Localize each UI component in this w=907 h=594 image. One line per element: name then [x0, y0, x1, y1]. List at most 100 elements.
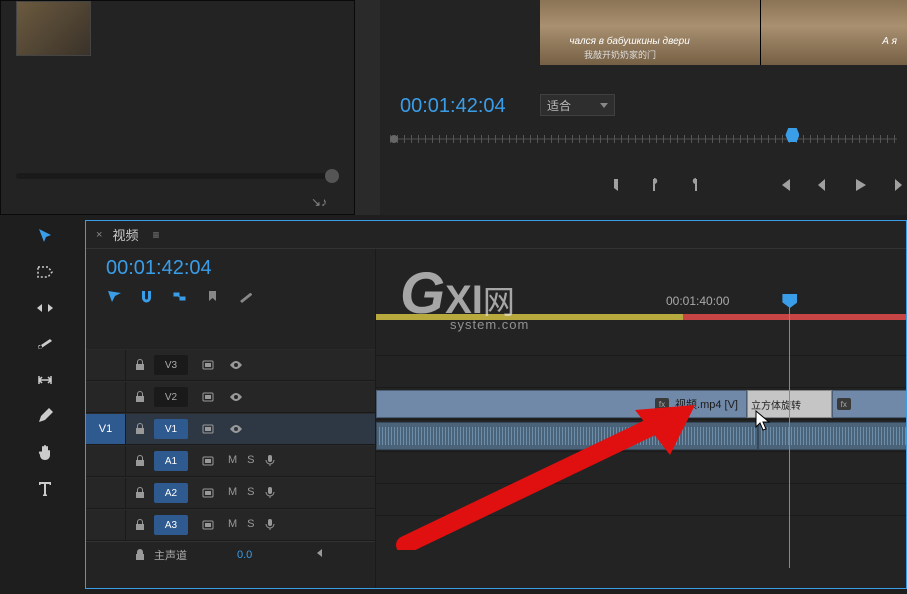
- marker-icon[interactable]: [205, 289, 220, 309]
- track-content-v1[interactable]: fx 视频.mp4 [V] 立方体旋转 fx: [376, 388, 906, 420]
- go-to-in-icon[interactable]: [776, 177, 792, 197]
- close-tab-icon[interactable]: ×: [96, 229, 102, 241]
- track-content-v2[interactable]: [376, 356, 906, 388]
- mute-button[interactable]: M: [228, 454, 237, 469]
- lock-icon[interactable]: [126, 423, 154, 435]
- zoom-fit-dropdown[interactable]: 适合: [540, 94, 615, 116]
- track-v2[interactable]: V2: [86, 381, 375, 413]
- bar-start-handle[interactable]: [390, 135, 398, 143]
- track-a3[interactable]: A3 M S: [86, 509, 375, 541]
- mute-button[interactable]: M: [228, 486, 237, 501]
- track-v1[interactable]: V1 V1: [86, 413, 375, 445]
- solo-button[interactable]: S: [247, 454, 254, 469]
- voice-record-icon[interactable]: [265, 486, 275, 501]
- track-label-v3[interactable]: V3: [154, 355, 188, 375]
- track-label-v1[interactable]: V1: [154, 419, 188, 439]
- toggle-output-icon[interactable]: [194, 454, 222, 468]
- master-track[interactable]: 主声道 0.0: [86, 541, 375, 567]
- track-select-tool[interactable]: [34, 261, 56, 283]
- source-patch-v1[interactable]: V1: [86, 414, 126, 444]
- timeline-tracks-area[interactable]: 00:01:40:00 fx 视频.mp4 [V] 立方体旋转: [376, 249, 906, 588]
- voice-record-icon[interactable]: [265, 518, 275, 533]
- track-label-a2[interactable]: A2: [154, 483, 188, 503]
- hand-tool[interactable]: [34, 441, 56, 463]
- toggle-output-icon[interactable]: [194, 422, 222, 436]
- subtitle-2: 我敲开奶奶家的门: [584, 48, 656, 61]
- source-panel: ↘♪: [0, 0, 355, 215]
- timeline-timecode[interactable]: 00:01:42:04: [86, 249, 375, 284]
- toggle-output-icon[interactable]: [194, 390, 222, 404]
- slip-tool[interactable]: [34, 369, 56, 391]
- track-content-a1[interactable]: [376, 420, 906, 452]
- master-value[interactable]: 0.0: [237, 549, 252, 561]
- track-a1[interactable]: A1 M S: [86, 445, 375, 477]
- lock-icon[interactable]: [126, 455, 154, 467]
- track-header-area: 00:01:42:04 V3 V2: [86, 249, 376, 588]
- clip-label: 视频.mp4 [V]: [675, 396, 738, 412]
- eye-icon[interactable]: [222, 390, 250, 404]
- time-ruler[interactable]: 00:01:40:00: [376, 294, 906, 322]
- toggle-output-icon[interactable]: [194, 518, 222, 532]
- solo-button[interactable]: S: [247, 486, 254, 501]
- video-clip[interactable]: fx 视频.mp4 [V]: [376, 390, 747, 418]
- toggle-output-icon[interactable]: [194, 486, 222, 500]
- in-point-icon[interactable]: [648, 177, 664, 197]
- type-tool[interactable]: [34, 477, 56, 499]
- step-forward-icon[interactable]: [890, 177, 906, 197]
- eye-icon[interactable]: [222, 422, 250, 436]
- track-label-v2[interactable]: V2: [154, 387, 188, 407]
- lock-icon[interactable]: [126, 391, 154, 403]
- audio-clip[interactable]: [376, 422, 758, 450]
- slider-handle[interactable]: [325, 169, 339, 183]
- track-v3[interactable]: V3: [86, 349, 375, 381]
- linked-selection-icon[interactable]: [172, 289, 187, 309]
- settings-icon[interactable]: [238, 289, 253, 309]
- work-area-bar[interactable]: [376, 314, 683, 320]
- master-label: 主声道: [154, 547, 187, 563]
- track-label-a1[interactable]: A1: [154, 451, 188, 471]
- razor-tool[interactable]: [34, 333, 56, 355]
- source-slider[interactable]: [16, 173, 339, 179]
- lock-icon[interactable]: [126, 487, 154, 499]
- output-icon[interactable]: [312, 548, 326, 561]
- source-thumbnail: [16, 1, 91, 56]
- program-playhead[interactable]: [785, 128, 799, 142]
- eye-icon[interactable]: [222, 358, 250, 372]
- ruler-timecode: 00:01:40:00: [666, 294, 729, 308]
- playhead[interactable]: [789, 297, 790, 568]
- magnet-icon[interactable]: [139, 289, 154, 309]
- tool-palette: [20, 225, 70, 499]
- insert-icon[interactable]: ↘♪: [311, 195, 327, 209]
- lock-icon[interactable]: [126, 519, 154, 531]
- sequence-name[interactable]: 视频: [112, 225, 138, 244]
- track-content-a2[interactable]: [376, 452, 906, 484]
- play-icon[interactable]: [852, 177, 868, 197]
- track-content-a3[interactable]: [376, 484, 906, 516]
- selection-tool[interactable]: [34, 225, 56, 247]
- snap-icon[interactable]: [106, 289, 121, 309]
- lock-icon[interactable]: [126, 359, 154, 371]
- solo-button[interactable]: S: [247, 518, 254, 533]
- mute-button[interactable]: M: [228, 518, 237, 533]
- fx-badge: fx: [837, 398, 851, 410]
- audio-clip-2[interactable]: [758, 422, 906, 450]
- transition-label: 立方体旋转: [751, 397, 801, 412]
- toggle-output-icon[interactable]: [194, 358, 222, 372]
- voice-record-icon[interactable]: [265, 454, 275, 469]
- program-timeline-bar[interactable]: [390, 132, 897, 146]
- program-controls: [610, 177, 906, 197]
- ripple-edit-tool[interactable]: [34, 297, 56, 319]
- work-area-bar-end[interactable]: [683, 314, 906, 320]
- program-monitor-panel: чался в бабушкины двери 我敲开奶奶家的门 А я 00:…: [380, 0, 907, 215]
- step-back-icon[interactable]: [814, 177, 830, 197]
- video-clip-2[interactable]: fx: [832, 390, 906, 418]
- track-label-a3[interactable]: A3: [154, 515, 188, 535]
- out-point-icon[interactable]: [686, 177, 702, 197]
- mark-in-icon[interactable]: [610, 177, 626, 197]
- pen-tool[interactable]: [34, 405, 56, 427]
- track-content-v3[interactable]: [376, 324, 906, 356]
- fit-label: 适合: [547, 97, 571, 114]
- program-timecode[interactable]: 00:01:42:04: [400, 95, 506, 118]
- track-a2[interactable]: A2 M S: [86, 477, 375, 509]
- panel-menu-icon[interactable]: ≡: [152, 228, 159, 242]
